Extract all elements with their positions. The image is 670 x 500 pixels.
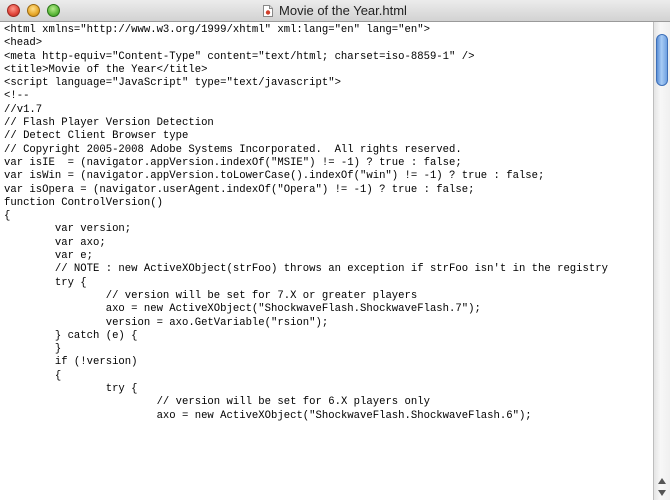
source-view[interactable]: <html xmlns="http://www.w3.org/1999/xhtm… xyxy=(0,22,652,500)
code-line: // Flash Player Version Detection xyxy=(4,117,214,130)
code-line: var version; xyxy=(4,223,132,236)
code-line: <title>Movie of the Year</title> xyxy=(4,63,208,76)
code-line: var isOpera = (navigator.userAgent.index… xyxy=(4,183,475,196)
code-line: // version will be set for 7.X or greate… xyxy=(4,289,418,302)
code-line: <head> xyxy=(4,37,43,50)
scroll-up-arrow-icon[interactable] xyxy=(658,478,666,484)
code-line: function ControlVersion() xyxy=(4,196,163,209)
code-line: var isWin = (navigator.appVersion.toLowe… xyxy=(4,170,545,183)
code-line: var e; xyxy=(4,250,94,263)
window-title: Movie of the Year.html xyxy=(279,3,407,18)
code-line: var axo; xyxy=(4,236,106,249)
code-line: <meta http-equiv="Content-Type" content=… xyxy=(4,50,475,63)
code-line: if (!version) xyxy=(4,356,138,369)
code-line: //v1.7 xyxy=(4,103,43,116)
code-line: try { xyxy=(4,383,138,396)
code-line: axo = new ActiveXObject("ShockwaveFlash.… xyxy=(4,409,532,422)
vertical-scrollbar[interactable] xyxy=(653,22,670,500)
code-line: version = axo.GetVariable("rsion"); xyxy=(4,316,329,329)
code-line: { xyxy=(4,210,11,223)
code-line: <html xmlns="http://www.w3.org/1999/xhtm… xyxy=(4,24,430,36)
code-line: } catch (e) { xyxy=(4,329,138,342)
title-bar[interactable]: Movie of the Year.html xyxy=(0,0,670,22)
html-document-icon xyxy=(263,4,274,17)
code-line: } xyxy=(4,343,62,356)
code-line: <!-- xyxy=(4,90,30,103)
window-title-area: Movie of the Year.html xyxy=(0,0,670,21)
code-line: <script language="JavaScript" type="text… xyxy=(4,77,341,90)
code-line: var isIE = (navigator.appVersion.indexOf… xyxy=(4,156,462,169)
source-code: <html xmlns="http://www.w3.org/1999/xhtm… xyxy=(0,22,652,423)
code-line: { xyxy=(4,369,62,382)
browser-window: Movie of the Year.html <html xmlns="http… xyxy=(0,0,670,500)
code-line: // Detect Client Browser type xyxy=(4,130,189,143)
code-line: // Copyright 2005-2008 Adobe Systems Inc… xyxy=(4,143,462,156)
scroll-down-arrow-icon[interactable] xyxy=(658,490,666,496)
code-line: // version will be set for 6.X players o… xyxy=(4,396,430,409)
code-line: // NOTE : new ActiveXObject(strFoo) thro… xyxy=(4,263,608,276)
scrollbar-thumb[interactable] xyxy=(656,34,668,86)
code-line: try { xyxy=(4,276,87,289)
code-line: axo = new ActiveXObject("ShockwaveFlash.… xyxy=(4,303,481,316)
